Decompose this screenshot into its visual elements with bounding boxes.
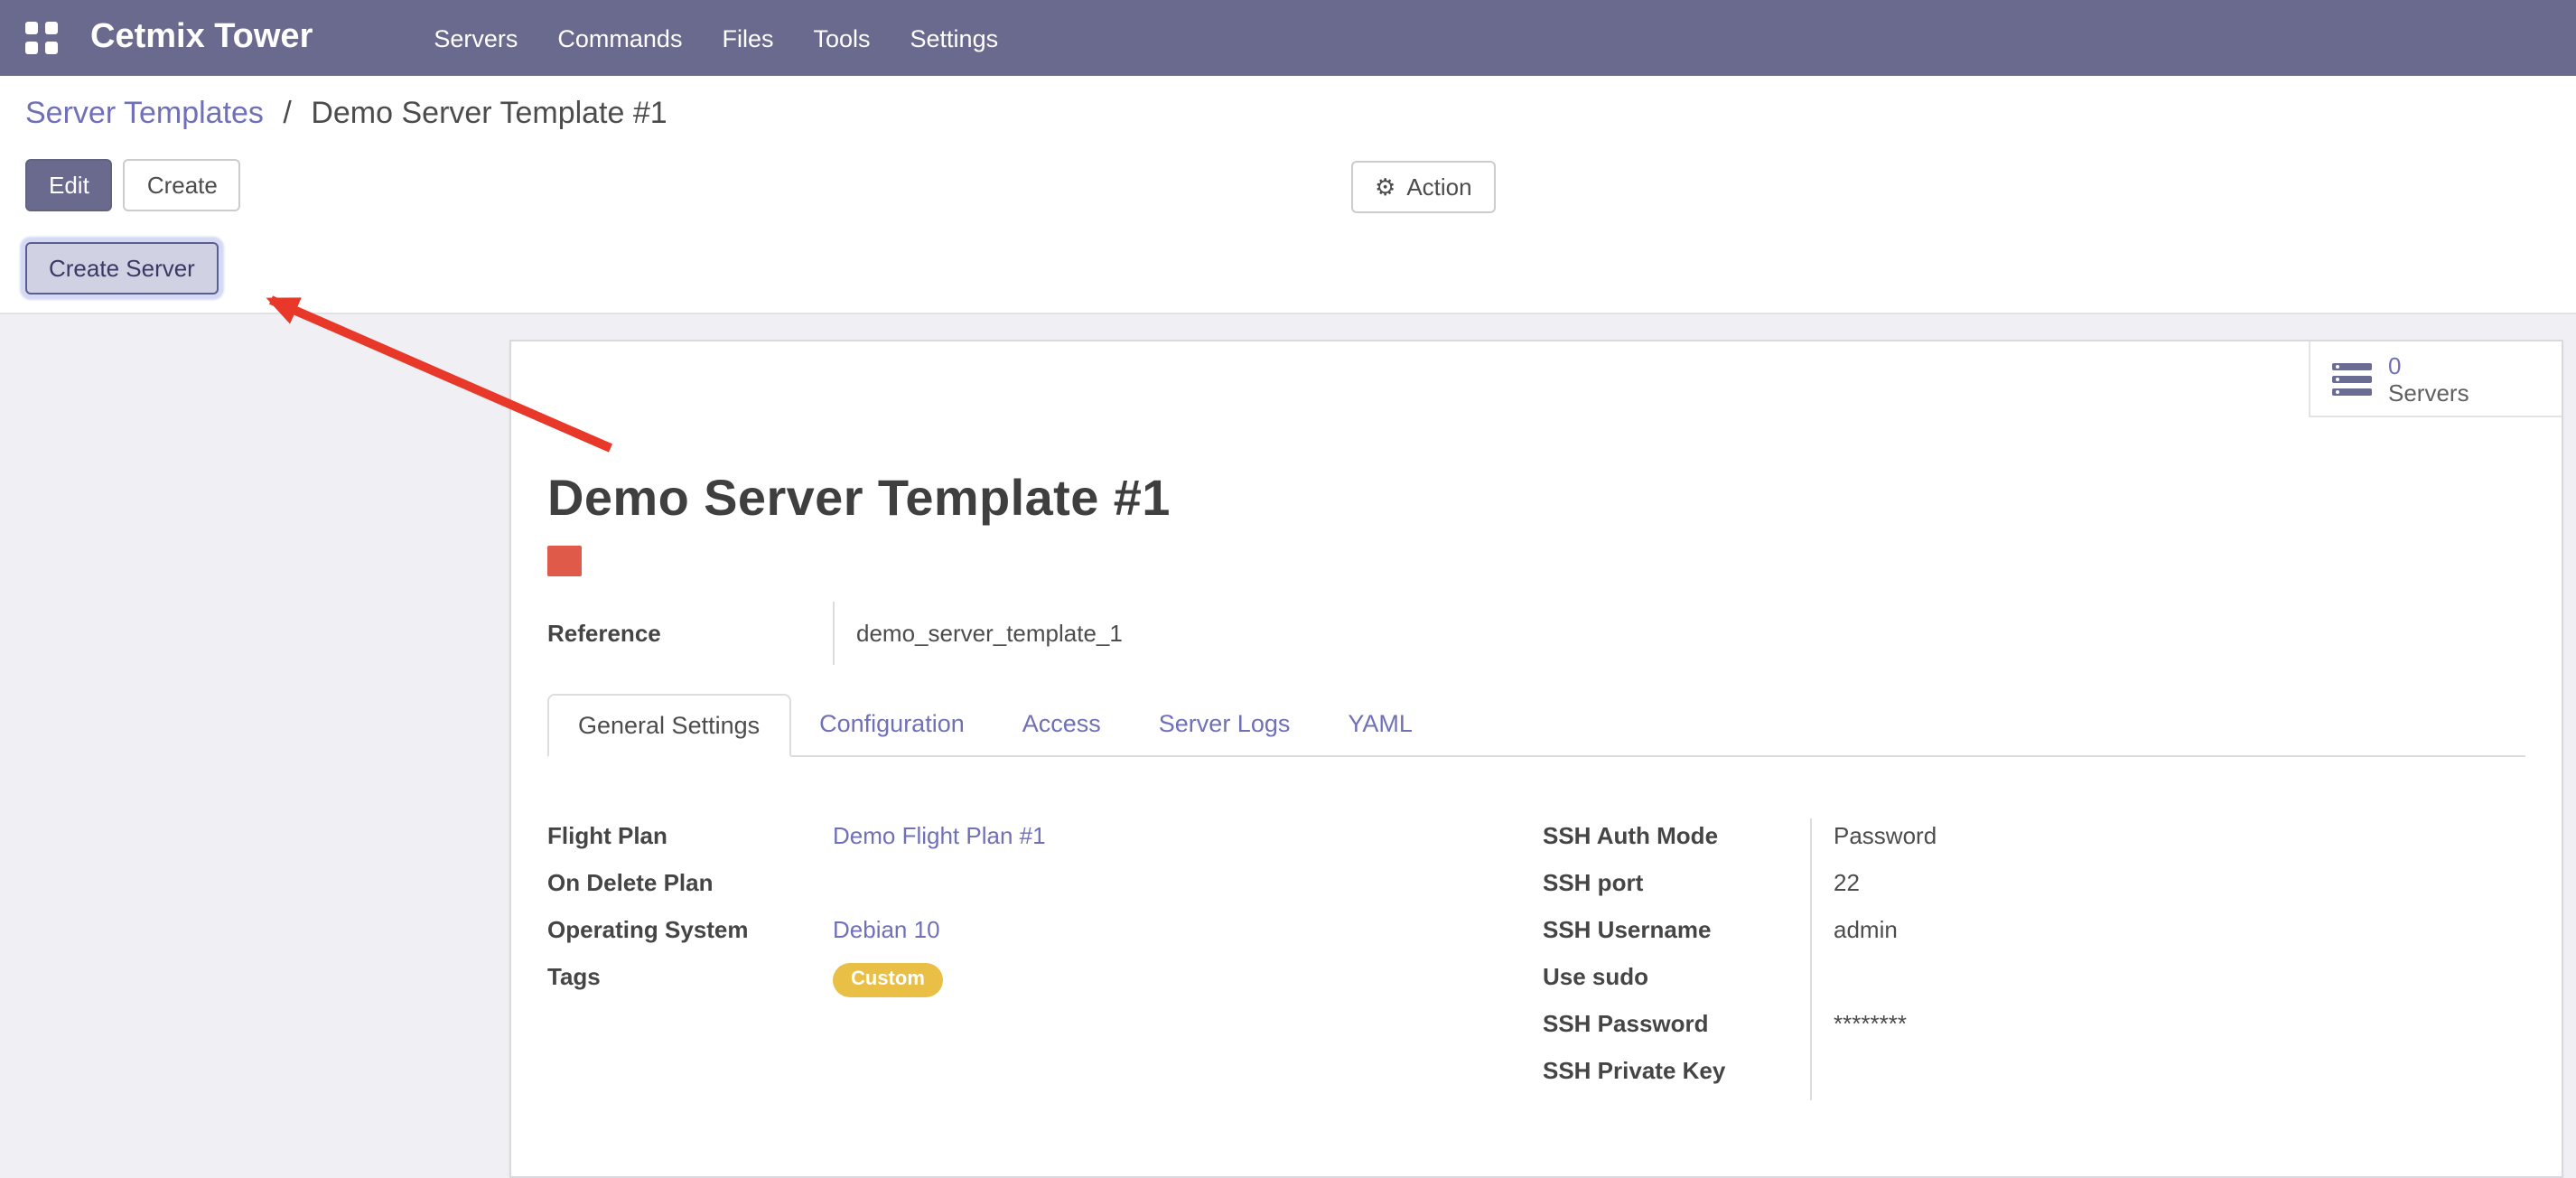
servers-stat-button[interactable]: 0 Servers — [2309, 341, 2562, 417]
field-ssh-username: SSH Username admin — [1543, 912, 2525, 959]
stat-text: 0 Servers — [2388, 351, 2469, 406]
ssh-port-value: 22 — [1810, 865, 2525, 912]
ssh-port-label: SSH port — [1543, 865, 1810, 896]
field-flight-plan: Flight Plan Demo Flight Plan #1 — [547, 818, 1543, 865]
flight-plan-label: Flight Plan — [547, 818, 833, 849]
control-panel: Server Templates / Demo Server Template … — [0, 76, 2576, 314]
apps-grid-icon[interactable] — [25, 22, 58, 54]
breadcrumb-current: Demo Server Template #1 — [311, 96, 667, 130]
breadcrumb-separator: / — [272, 96, 302, 130]
tab-configuration[interactable]: Configuration — [790, 694, 994, 755]
action-menu-wrap: ⚙ Action — [1351, 161, 1496, 213]
tab-yaml[interactable]: YAML — [1319, 694, 1442, 755]
gear-icon: ⚙ — [1375, 175, 1395, 199]
create-button[interactable]: Create — [124, 159, 241, 211]
brand-title[interactable]: Cetmix Tower — [90, 18, 313, 58]
tags-label: Tags — [547, 959, 833, 990]
ssh-private-key-value — [1810, 1053, 2525, 1100]
ssh-auth-mode-value: Password — [1810, 818, 2525, 865]
tag-badge-custom: Custom — [833, 963, 943, 997]
ssh-password-value: ******** — [1810, 1006, 2525, 1053]
edit-button[interactable]: Edit — [25, 159, 113, 211]
smart-button-row: Create Server — [25, 242, 2551, 294]
app-window: Cetmix Tower Servers Commands Files Tool… — [0, 0, 2576, 1174]
field-operating-system: Operating System Debian 10 — [547, 912, 1543, 959]
on-delete-plan-value — [833, 865, 1543, 912]
servers-count-label: Servers — [2388, 379, 2469, 406]
field-tags: Tags Custom — [547, 959, 1543, 1006]
ssh-private-key-label: SSH Private Key — [1543, 1053, 1810, 1084]
top-navbar: Cetmix Tower Servers Commands Files Tool… — [0, 0, 2576, 76]
fields-column-left: Flight Plan Demo Flight Plan #1 On Delet… — [547, 818, 1543, 1100]
servers-count: 0 — [2388, 351, 2469, 379]
tab-server-logs[interactable]: Server Logs — [1130, 694, 1320, 755]
color-swatch — [547, 546, 582, 576]
ssh-password-label: SSH Password — [1543, 1006, 1810, 1037]
nav-item-files[interactable]: Files — [702, 5, 793, 71]
ssh-username-value: admin — [1810, 912, 2525, 959]
create-server-button[interactable]: Create Server — [25, 242, 219, 294]
breadcrumb: Server Templates / Demo Server Template … — [25, 90, 2551, 137]
on-delete-plan-label: On Delete Plan — [547, 865, 833, 896]
breadcrumb-parent-link[interactable]: Server Templates — [25, 96, 264, 130]
operating-system-label: Operating System — [547, 912, 833, 943]
button-row: Edit Create — [25, 159, 2551, 211]
nav-item-commands[interactable]: Commands — [537, 5, 702, 71]
tab-access[interactable]: Access — [994, 694, 1130, 755]
field-ssh-port: SSH port 22 — [1543, 865, 2525, 912]
record-title: Demo Server Template #1 — [547, 468, 2525, 529]
nav-item-servers[interactable]: Servers — [414, 5, 537, 71]
field-use-sudo: Use sudo — [1543, 959, 2525, 1006]
reference-label: Reference — [547, 620, 833, 647]
flight-plan-value-link[interactable]: Demo Flight Plan #1 — [833, 822, 1046, 849]
fields-column-right: SSH Auth Mode Password SSH port 22 SSH U… — [1543, 818, 2525, 1100]
action-button-label: Action — [1406, 173, 1471, 201]
field-ssh-auth-mode: SSH Auth Mode Password — [1543, 818, 2525, 865]
tab-content-general-settings: Flight Plan Demo Flight Plan #1 On Delet… — [547, 757, 2525, 1100]
operating-system-value-link[interactable]: Debian 10 — [833, 916, 940, 943]
nav-item-tools[interactable]: Tools — [794, 5, 891, 71]
reference-value: demo_server_template_1 — [833, 602, 1144, 665]
use-sudo-value — [1810, 959, 2525, 1006]
field-ssh-private-key: SSH Private Key — [1543, 1053, 2525, 1100]
nav-item-settings[interactable]: Settings — [891, 5, 1019, 71]
field-ssh-password: SSH Password ******** — [1543, 1006, 2525, 1053]
ssh-auth-mode-label: SSH Auth Mode — [1543, 818, 1810, 849]
reference-field-row: Reference demo_server_template_1 — [547, 602, 2525, 665]
form-sheet: 0 Servers Demo Server Template #1 Refere… — [509, 340, 2563, 1178]
server-stack-icon — [2332, 362, 2372, 395]
sheet-body: Demo Server Template #1 Reference demo_s… — [511, 468, 2562, 1155]
action-button[interactable]: ⚙ Action — [1351, 161, 1496, 213]
field-on-delete-plan: On Delete Plan — [547, 865, 1543, 912]
use-sudo-label: Use sudo — [1543, 959, 1810, 990]
main-content: 0 Servers Demo Server Template #1 Refere… — [0, 340, 2576, 1178]
ssh-username-label: SSH Username — [1543, 912, 1810, 943]
notebook-tabs: General Settings Configuration Access Se… — [547, 694, 2525, 757]
tab-general-settings[interactable]: General Settings — [547, 694, 790, 757]
